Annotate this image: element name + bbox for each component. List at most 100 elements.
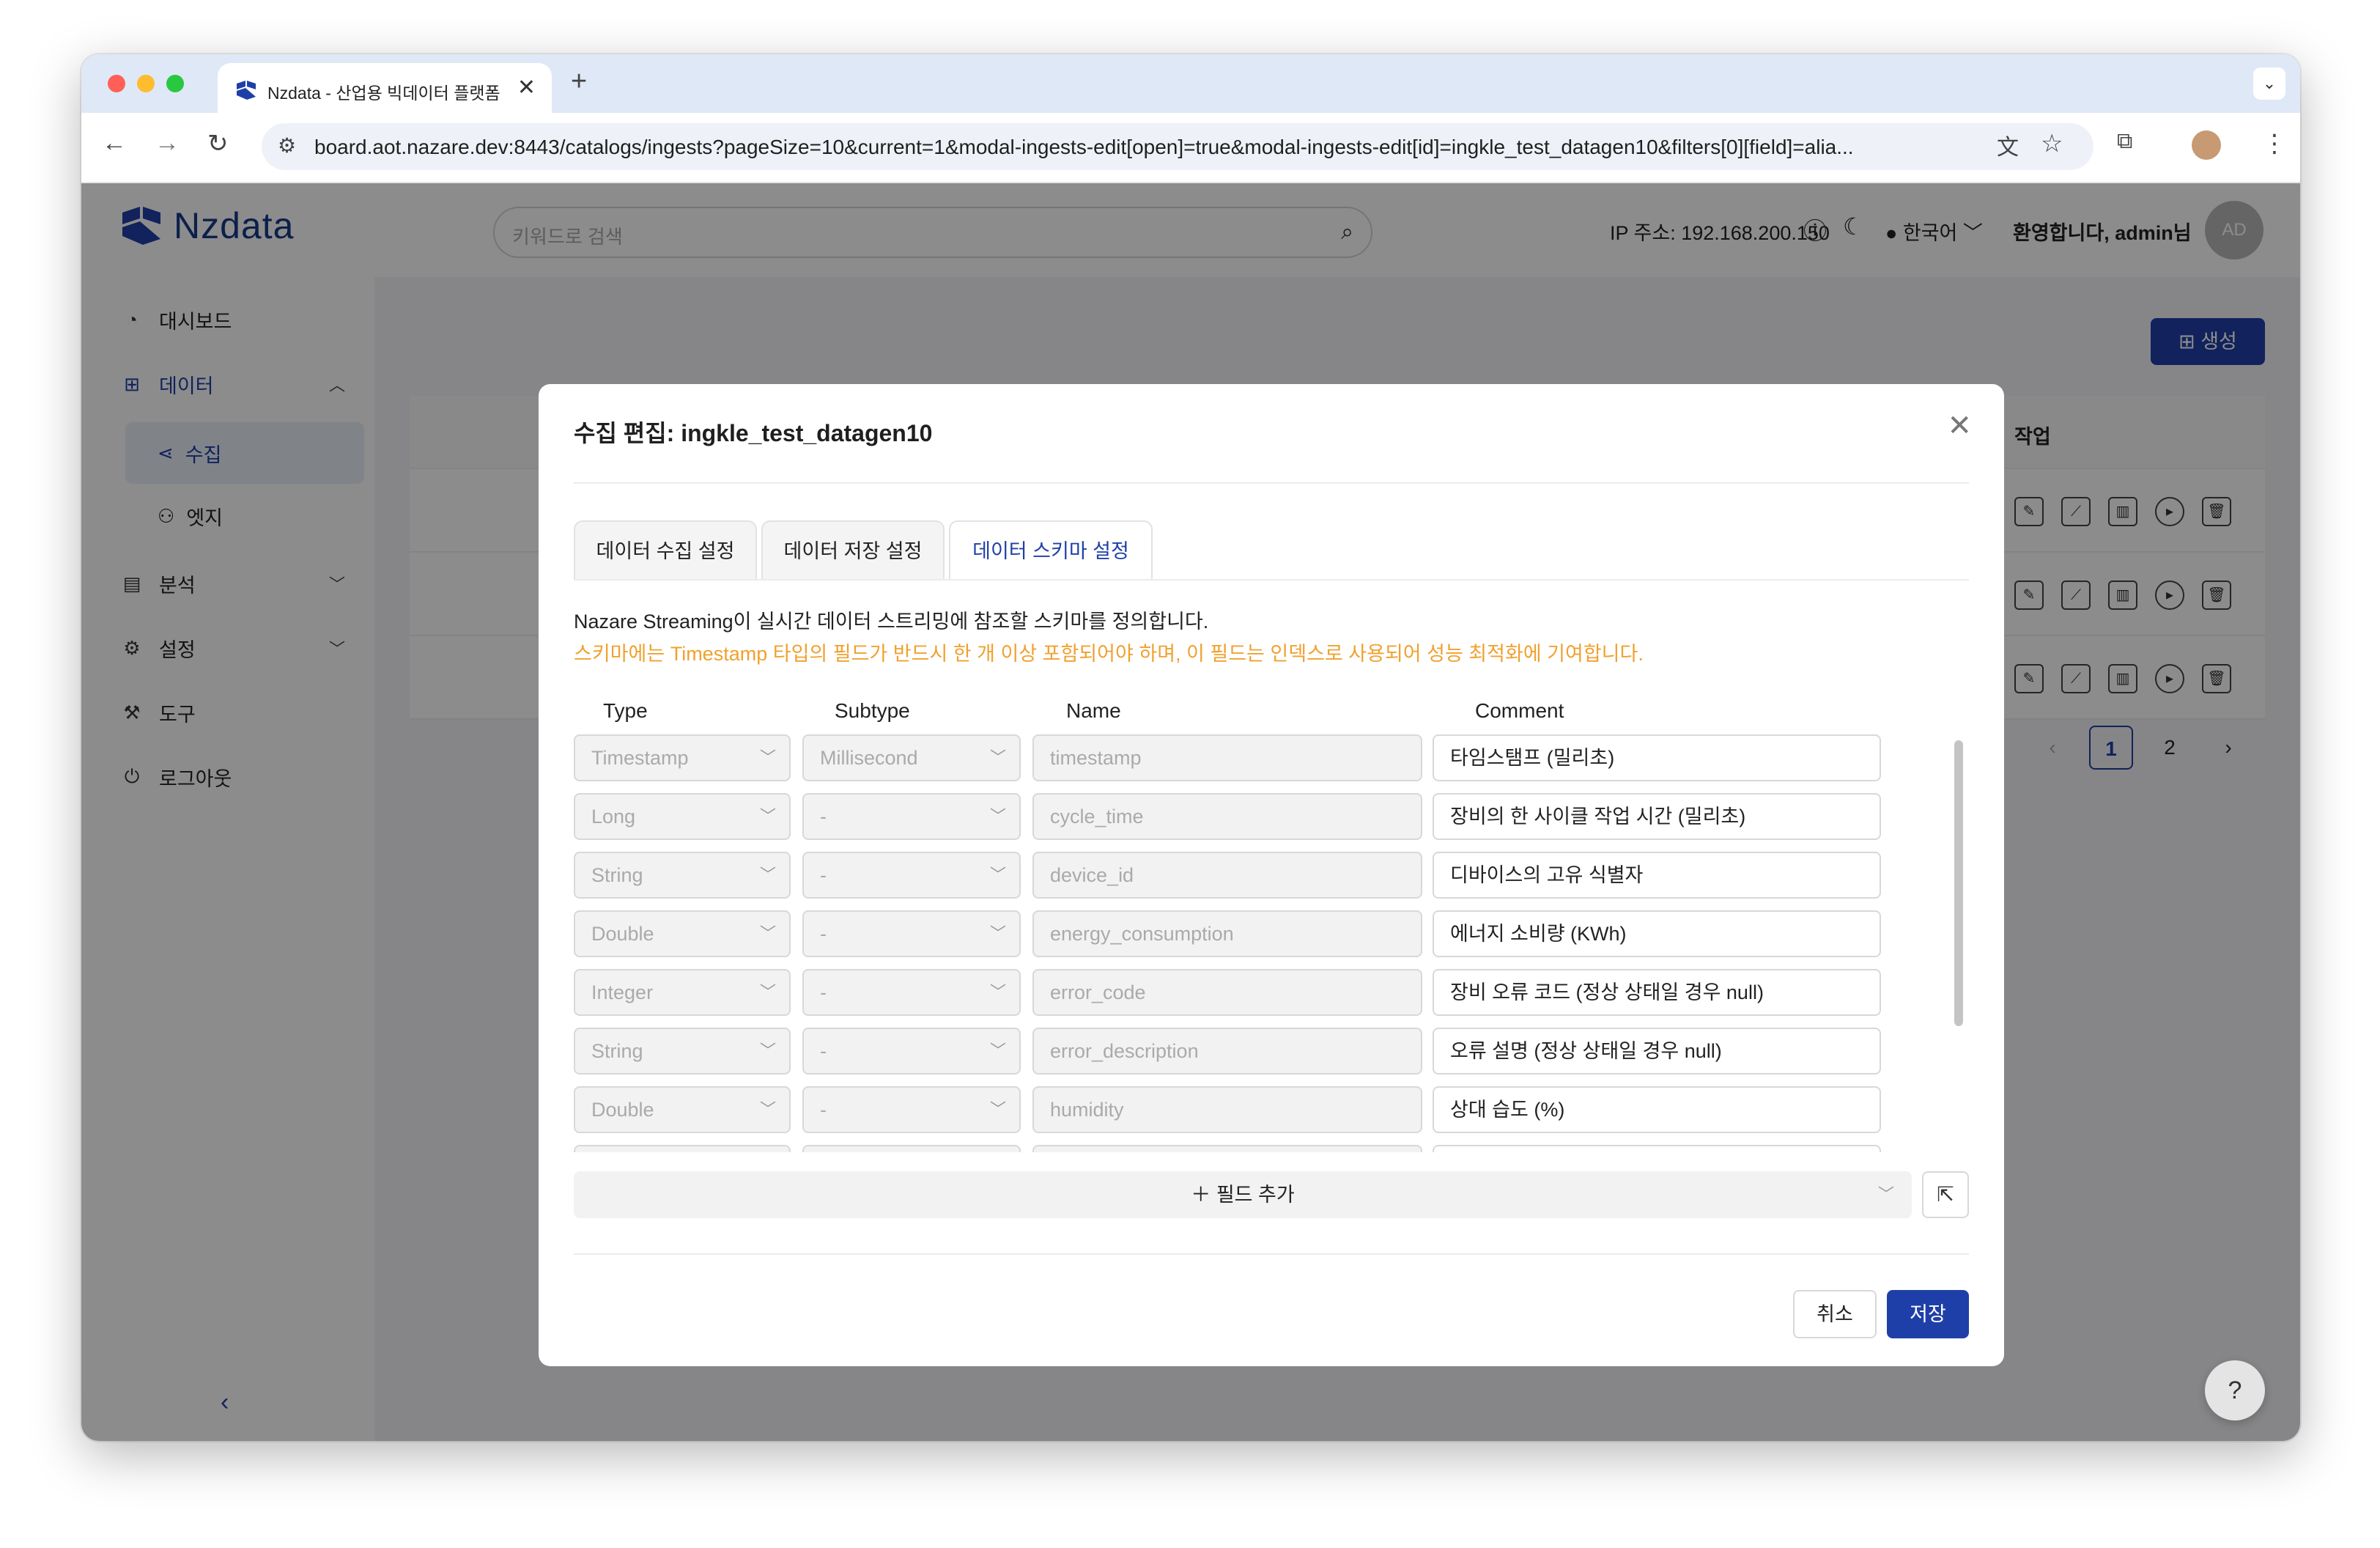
name-field[interactable]: timestamp xyxy=(1032,734,1422,781)
name-field[interactable]: cycle_time xyxy=(1032,793,1422,840)
subtype-select[interactable]: - ﹀ xyxy=(802,852,1021,899)
close-window-button[interactable] xyxy=(108,75,125,92)
type-select[interactable]: Long ﹀ xyxy=(574,793,791,840)
modal-title: 수집 편집: ingkle_test_datagen10 xyxy=(574,420,933,446)
help-question-icon[interactable]: ? xyxy=(2205,1360,2265,1420)
profile-avatar[interactable] xyxy=(2192,130,2221,160)
footer-divider xyxy=(574,1253,1969,1255)
type-select[interactable]: String ﹀ xyxy=(574,1028,791,1075)
close-icon[interactable]: ✕ xyxy=(1947,409,1972,443)
chevron-down-icon: ﹀ xyxy=(1877,1185,1894,1204)
type-select[interactable]: Double ﹀ xyxy=(574,1086,791,1133)
chevron-down-icon: ﹀ xyxy=(759,983,776,1001)
export-schema-icon[interactable]: ⇱ xyxy=(1922,1171,1969,1218)
chevron-down-icon: ﹀ xyxy=(989,807,1006,825)
type-select[interactable]: Double ﹀ xyxy=(574,910,791,957)
type-select[interactable]: Integer ﹀ xyxy=(574,969,791,1016)
schema-field-row: Integer ﹀ - ﹀ error_code 장비 오류 코드 (정상 상태일 … xyxy=(574,969,1966,1016)
type-select[interactable] xyxy=(574,1145,791,1152)
subtype-select[interactable]: - ﹀ xyxy=(802,1086,1021,1133)
name-field[interactable]: error_description xyxy=(1032,1028,1422,1075)
tabs-divider xyxy=(574,579,1969,580)
schema-field-row-partial xyxy=(574,1145,1966,1152)
subtype-select[interactable]: Millisecond ﹀ xyxy=(802,734,1021,781)
schema-field-row: Timestamp ﹀ Millisecond ﹀ timestamp 타임스탬프 … xyxy=(574,734,1966,781)
name-field[interactable]: energy_consumption xyxy=(1032,910,1422,957)
name-field[interactable]: device_id xyxy=(1032,852,1422,899)
minimize-window-button[interactable] xyxy=(137,75,155,92)
subtype-value: - xyxy=(820,864,827,886)
subtype-value: - xyxy=(820,806,827,828)
type-value: Double xyxy=(591,923,654,945)
cancel-button[interactable]: 취소 xyxy=(1793,1290,1877,1338)
chevron-down-icon: ﹀ xyxy=(759,1100,776,1118)
type-select[interactable]: Timestamp ﹀ xyxy=(574,734,791,781)
comment-column-header: Comment xyxy=(1475,699,1564,722)
browser-tab[interactable]: Nzdata - 산업용 빅데이터 플랫폼 ✕ xyxy=(218,63,552,113)
type-value: String xyxy=(591,1040,643,1062)
more-menu-icon[interactable]: ⋮ xyxy=(2262,129,2287,158)
tab-ingest-settings[interactable]: 데이터 수집 설정 xyxy=(574,520,757,580)
subtype-value: - xyxy=(820,1099,827,1121)
site-info-icon[interactable]: ⚙ xyxy=(278,133,296,158)
reload-icon[interactable]: ↻ xyxy=(207,129,229,158)
nzdata-favicon-icon xyxy=(237,81,256,100)
tab-title: Nzdata - 산업용 빅데이터 플랫폼 xyxy=(267,84,500,103)
comment-field[interactable]: 장비 오류 코드 (정상 상태일 경우 null) xyxy=(1433,969,1881,1016)
subtype-column-header: Subtype xyxy=(835,699,910,722)
add-field-button[interactable]: ＋ 필드 추가 ﹀ xyxy=(574,1171,1912,1218)
forward-arrow-icon[interactable]: → xyxy=(155,129,180,158)
name-field[interactable]: humidity xyxy=(1032,1086,1422,1133)
chevron-down-icon: ﹀ xyxy=(989,866,1006,884)
schema-warning: 스키마에는 Timestamp 타입의 필드가 반드시 한 개 이상 포함되어야… xyxy=(574,643,1644,665)
bookmark-star-icon[interactable]: ☆ xyxy=(2041,129,2063,158)
comment-field[interactable]: 타임스탬프 (밀리초) xyxy=(1433,734,1881,781)
back-arrow-icon[interactable]: ← xyxy=(102,129,127,158)
comment-field[interactable]: 에너지 소비량 (KWh) xyxy=(1433,910,1881,957)
type-select[interactable]: String ﹀ xyxy=(574,852,791,899)
subtype-select[interactable]: - ﹀ xyxy=(802,1028,1021,1075)
chevron-down-icon: ﹀ xyxy=(989,748,1006,767)
ingest-edit-modal: 수집 편집: ingkle_test_datagen10 ✕ 데이터 수집 설정… xyxy=(539,384,2004,1366)
chevron-down-icon: ﹀ xyxy=(989,924,1006,943)
translate-icon[interactable]: 文 xyxy=(1997,129,2019,161)
type-value: Long xyxy=(591,806,636,828)
subtype-select[interactable]: - ﹀ xyxy=(802,910,1021,957)
subtype-value: - xyxy=(820,1040,827,1062)
subtype-select[interactable] xyxy=(802,1145,1021,1152)
subtype-select[interactable]: - ﹀ xyxy=(802,969,1021,1016)
comment-field[interactable]: 디바이스의 고유 식별자 xyxy=(1433,852,1881,899)
new-tab-button[interactable]: + xyxy=(571,66,587,97)
chevron-down-icon: ﹀ xyxy=(989,1042,1006,1060)
chevron-down-icon: ﹀ xyxy=(759,866,776,884)
type-value: Integer xyxy=(591,981,654,1003)
chevron-down-icon: ﹀ xyxy=(989,1100,1006,1118)
subtype-value: - xyxy=(820,981,827,1003)
browser-tabbar: Nzdata - 산업용 빅데이터 플랫폼 ✕ + ⌄ xyxy=(81,54,2300,113)
name-field[interactable]: error_code xyxy=(1032,969,1422,1016)
type-column-header: Type xyxy=(603,699,648,722)
subtype-value: - xyxy=(820,923,827,945)
save-button[interactable]: 저장 xyxy=(1887,1290,1969,1338)
tab-storage-settings[interactable]: 데이터 저장 설정 xyxy=(761,520,945,580)
subtype-value: Millisecond xyxy=(820,747,918,769)
extensions-icon[interactable]: ⧉ xyxy=(2117,129,2132,154)
type-value: Double xyxy=(591,1099,654,1121)
browser-toolbar: ← → ↻ ⚙ board.aot.nazare.dev:8443/catalo… xyxy=(81,113,2300,183)
name-field[interactable] xyxy=(1032,1145,1422,1152)
scrollbar-thumb[interactable] xyxy=(1954,740,1963,1026)
comment-field[interactable] xyxy=(1433,1145,1881,1152)
schema-field-row: Double ﹀ - ﹀ humidity 상대 습도 (%) xyxy=(574,1086,1966,1133)
chevron-down-icon: ﹀ xyxy=(989,983,1006,1001)
tab-search-button[interactable]: ⌄ xyxy=(2253,67,2285,100)
comment-field[interactable]: 상대 습도 (%) xyxy=(1433,1086,1881,1133)
tab-close-icon[interactable]: ✕ xyxy=(517,75,536,100)
subtype-select[interactable]: - ﹀ xyxy=(802,793,1021,840)
comment-field[interactable]: 오류 설명 (정상 상태일 경우 null) xyxy=(1433,1028,1881,1075)
address-bar[interactable]: ⚙ board.aot.nazare.dev:8443/catalogs/ing… xyxy=(262,123,2093,170)
tab-schema-settings[interactable]: 데이터 스키마 설정 xyxy=(949,520,1153,580)
type-value: Timestamp xyxy=(591,747,689,769)
plus-icon: ＋ xyxy=(1191,1184,1216,1206)
zoom-window-button[interactable] xyxy=(166,75,184,92)
comment-field[interactable]: 장비의 한 사이클 작업 시간 (밀리초) xyxy=(1433,793,1881,840)
